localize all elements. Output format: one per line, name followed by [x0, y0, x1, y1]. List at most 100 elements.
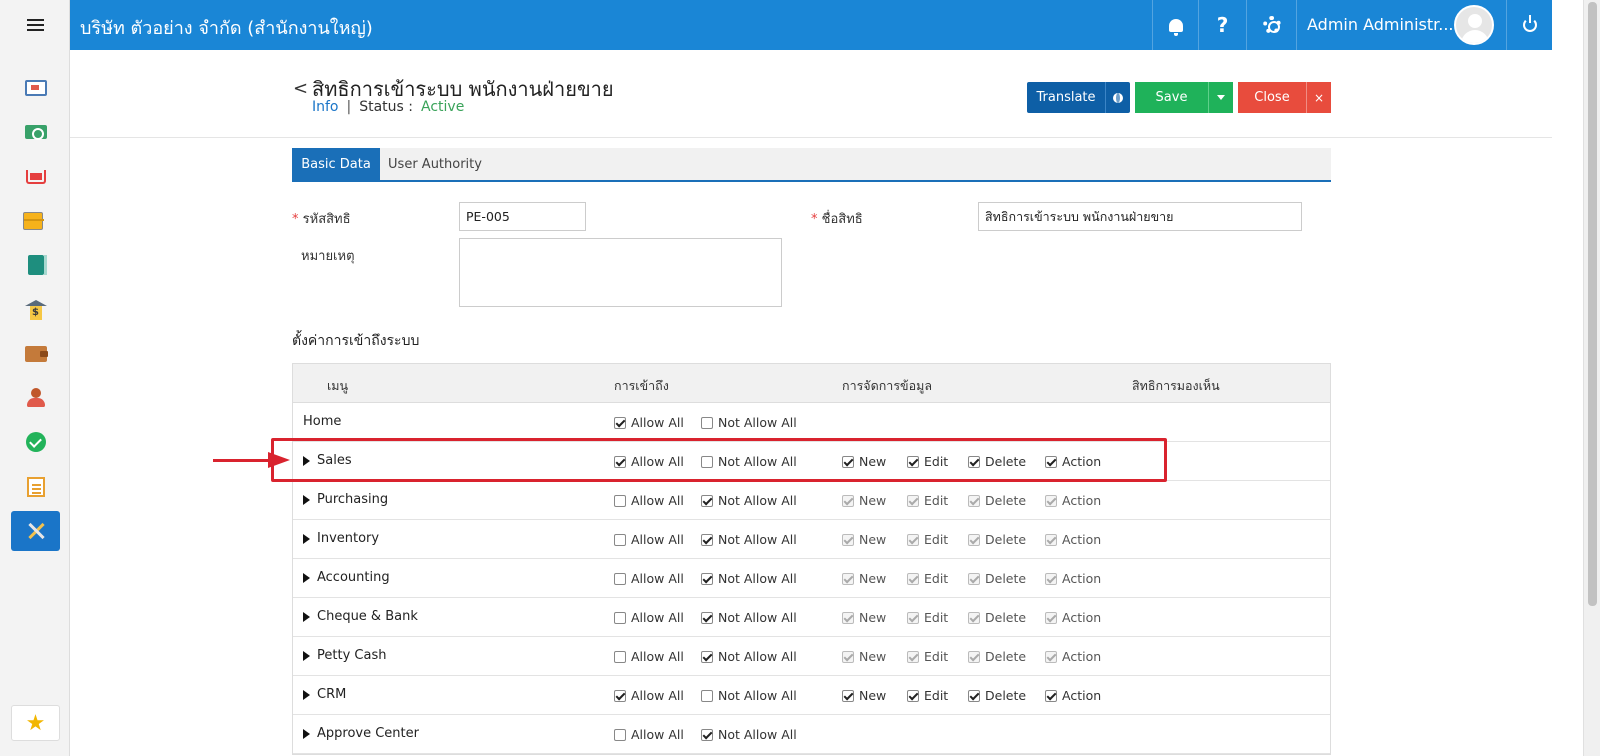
allow-all-checkbox[interactable]: Allow All [614, 532, 684, 547]
sidebar-item-tools[interactable] [11, 511, 60, 551]
checkbox[interactable] [1045, 611, 1057, 624]
allow-all-checkbox[interactable]: Allow All [614, 688, 684, 703]
menu-cell[interactable]: Approve Center [303, 726, 419, 741]
code-field[interactable]: PE-005 [459, 202, 586, 231]
checkbox[interactable] [968, 494, 980, 507]
checkbox[interactable] [614, 728, 626, 741]
checkbox[interactable] [701, 533, 713, 546]
new-checkbox[interactable]: New [842, 610, 886, 625]
allow-all-checkbox[interactable]: Allow All [614, 727, 684, 742]
delete-checkbox[interactable]: Delete [968, 493, 1026, 508]
sidebar-item-money[interactable] [11, 112, 60, 152]
menu-cell[interactable]: Inventory [303, 531, 379, 546]
checkbox[interactable] [614, 650, 626, 663]
delete-checkbox[interactable]: Delete [968, 532, 1026, 547]
expand-triangle-icon[interactable] [303, 728, 310, 739]
checkbox[interactable] [701, 689, 713, 702]
checkbox[interactable] [842, 572, 854, 585]
tab-user-authority[interactable]: User Authority [380, 148, 490, 180]
new-checkbox[interactable]: New [842, 532, 886, 547]
allow-all-checkbox[interactable]: Allow All [614, 649, 684, 664]
expand-triangle-icon[interactable] [303, 650, 310, 661]
edit-checkbox[interactable]: Edit [907, 610, 948, 625]
settings-button[interactable] [1246, 0, 1296, 50]
not-allow-all-checkbox[interactable]: Not Allow All [701, 727, 797, 742]
scrollbar-thumb[interactable] [1588, 2, 1597, 606]
vertical-scrollbar[interactable] [1583, 0, 1600, 756]
help-button[interactable]: ? [1198, 0, 1246, 50]
tab-basic-data[interactable]: Basic Data [292, 148, 380, 180]
expand-triangle-icon[interactable] [303, 572, 310, 583]
hamburger-menu-button[interactable] [0, 0, 70, 50]
expand-triangle-icon[interactable] [303, 494, 310, 505]
not-allow-all-checkbox[interactable]: Not Allow All [701, 493, 797, 508]
new-checkbox[interactable]: New [842, 571, 886, 586]
sidebar-item-box[interactable] [11, 201, 60, 241]
logout-button[interactable] [1506, 0, 1552, 50]
checkbox[interactable] [842, 689, 854, 702]
save-dropdown-button[interactable] [1208, 82, 1233, 113]
name-field[interactable]: สิทธิการเข้าระบบ พนักงานฝ่ายขาย [978, 202, 1302, 231]
allow-all-checkbox[interactable]: Allow All [614, 493, 684, 508]
new-checkbox[interactable]: New [842, 649, 886, 664]
allow-all-checkbox[interactable]: Allow All [614, 571, 684, 586]
checkbox[interactable] [968, 650, 980, 663]
delete-checkbox[interactable]: Delete [968, 649, 1026, 664]
not-allow-all-checkbox[interactable]: Not Allow All [701, 649, 797, 664]
delete-checkbox[interactable]: Delete [968, 688, 1026, 703]
checkbox[interactable] [701, 611, 713, 624]
sidebar-item-cart[interactable] [11, 157, 60, 197]
checkbox[interactable] [968, 533, 980, 546]
edit-checkbox[interactable]: Edit [907, 688, 948, 703]
save-button[interactable]: Save [1135, 82, 1208, 113]
checkbox[interactable] [968, 572, 980, 585]
delete-checkbox[interactable]: Delete [968, 571, 1026, 586]
translate-button[interactable]: Translate [1027, 82, 1105, 113]
action-checkbox[interactable]: Action [1045, 532, 1101, 547]
sidebar-item-person[interactable] [11, 378, 60, 418]
checkbox[interactable] [614, 689, 626, 702]
menu-cell[interactable]: Petty Cash [303, 648, 386, 663]
checkbox[interactable] [907, 572, 919, 585]
back-button[interactable]: < [293, 78, 308, 99]
allow-all-checkbox[interactable]: Allow All [614, 610, 684, 625]
checkbox[interactable] [907, 611, 919, 624]
checkbox[interactable] [614, 494, 626, 507]
checkbox[interactable] [907, 533, 919, 546]
checkbox[interactable] [968, 689, 980, 702]
action-checkbox[interactable]: Action [1045, 610, 1101, 625]
new-checkbox[interactable]: New [842, 688, 886, 703]
delete-checkbox[interactable]: Delete [968, 610, 1026, 625]
checkbox[interactable] [1045, 689, 1057, 702]
checkbox[interactable] [701, 572, 713, 585]
info-link[interactable]: Info [312, 99, 339, 115]
checkbox[interactable] [968, 611, 980, 624]
sidebar-item-wallet[interactable] [11, 334, 60, 374]
allow-all-checkbox[interactable]: Allow All [614, 415, 684, 430]
sidebar-item-check[interactable] [11, 422, 60, 462]
checkbox[interactable] [907, 689, 919, 702]
not-allow-all-checkbox[interactable]: Not Allow All [701, 571, 797, 586]
action-checkbox[interactable]: Action [1045, 571, 1101, 586]
translate-language-button[interactable] [1105, 82, 1130, 113]
not-allow-all-checkbox[interactable]: Not Allow All [701, 532, 797, 547]
menu-cell[interactable]: Accounting [303, 570, 390, 585]
checkbox[interactable] [907, 494, 919, 507]
checkbox[interactable] [614, 416, 626, 429]
new-checkbox[interactable]: New [842, 493, 886, 508]
sidebar-item-document[interactable] [11, 467, 60, 507]
expand-triangle-icon[interactable] [303, 689, 310, 700]
action-checkbox[interactable]: Action [1045, 649, 1101, 664]
edit-checkbox[interactable]: Edit [907, 493, 948, 508]
menu-cell[interactable]: Purchasing [303, 492, 388, 507]
favorites-button[interactable]: ★ [11, 705, 60, 741]
close-button[interactable]: Close [1238, 82, 1306, 113]
notifications-button[interactable] [1152, 0, 1198, 50]
checkbox[interactable] [614, 611, 626, 624]
checkbox[interactable] [701, 728, 713, 741]
expand-triangle-icon[interactable] [303, 611, 310, 622]
checkbox[interactable] [1045, 533, 1057, 546]
checkbox[interactable] [842, 650, 854, 663]
sidebar-item-monitor[interactable] [11, 68, 60, 108]
menu-cell[interactable]: CRM [303, 687, 346, 702]
